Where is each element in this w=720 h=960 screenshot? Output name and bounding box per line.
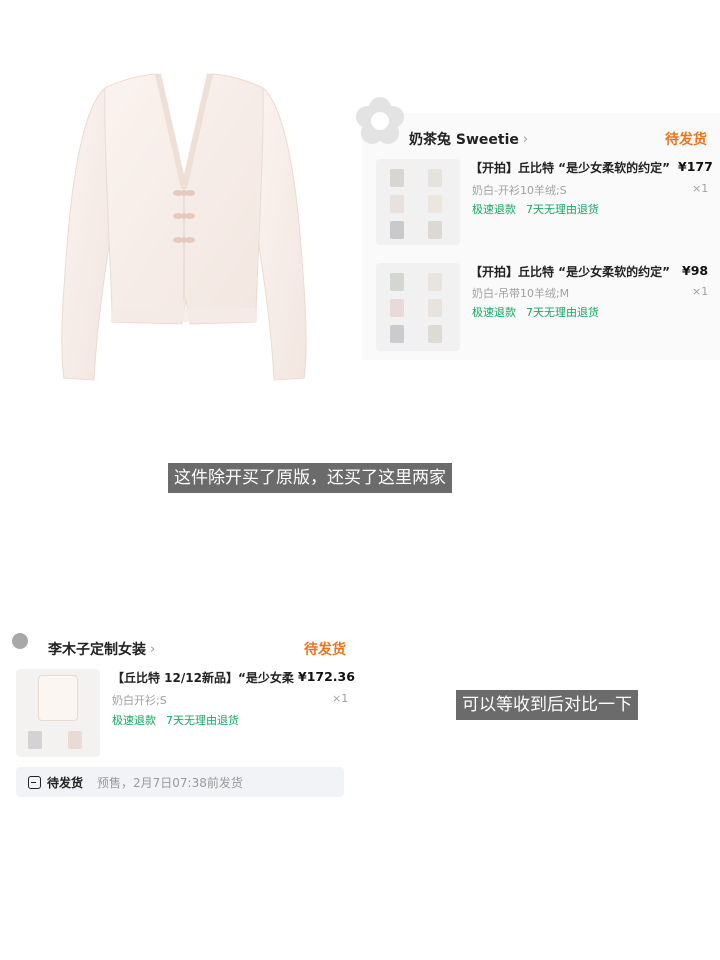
caption-text: 这件除开买了原版，还买了这里两家 <box>168 463 452 493</box>
item-price: ¥172.36 <box>298 669 355 684</box>
item-spec: 奶白-吊带10羊绒;M <box>472 287 570 300</box>
chevron-right-icon: › <box>522 131 529 147</box>
caption-text: 可以等收到后对比一下 <box>456 690 638 720</box>
fast-refund-tag: 极速退款 <box>472 306 516 319</box>
item-quantity: ×1 <box>692 182 709 195</box>
item-spec: 奶白开衫;S <box>112 694 167 707</box>
shop-name-link[interactable]: 奶茶兔 Sweetie › <box>409 129 528 149</box>
seven-day-return-tag: 7天无理由退货 <box>526 203 599 216</box>
order-status: 待发货 <box>304 642 346 658</box>
item-price: ¥177 <box>678 159 713 174</box>
package-icon <box>28 775 41 789</box>
flower-sticker-icon <box>356 97 404 145</box>
shipping-status-label: 待发货 <box>47 775 84 790</box>
shop-name: 奶茶兔 Sweetie <box>409 132 519 148</box>
item-title[interactable]: 【开拍】丘比特 “是少女柔软的约定” <box>470 263 670 280</box>
item-title[interactable]: 【丘比特 12/12新品】“是少女柔 <box>112 669 294 686</box>
order-card-limuzi[interactable]: 李木子定制女装 › 待发货 【丘比特 12/12新品】“是少女柔 ¥172.36… <box>0 617 356 810</box>
item-title[interactable]: 【开拍】丘比特 “是少女柔软的约定” <box>470 159 670 176</box>
item-price: ¥98 <box>682 263 709 278</box>
flower-sticker-icon <box>4 627 28 651</box>
order-status: 待发货 <box>665 132 707 148</box>
cardigan-product-photo <box>61 73 307 381</box>
product-thumbnail[interactable] <box>376 159 460 245</box>
service-tags: 极速退款 7天无理由退货 <box>112 712 249 728</box>
chevron-right-icon: › <box>150 641 156 657</box>
shipping-status-bar[interactable]: 待发货 预售，2月7日07:38前发货 <box>16 767 344 797</box>
seven-day-return-tag: 7天无理由退货 <box>166 714 239 727</box>
item-quantity: ×1 <box>332 692 349 705</box>
fast-refund-tag: 极速退款 <box>472 203 516 216</box>
presale-note: 预售，2月7日07:38前发货 <box>97 775 243 790</box>
fast-refund-tag: 极速退款 <box>112 714 156 727</box>
service-tags: 极速退款 7天无理由退货 <box>472 304 609 320</box>
item-quantity: ×1 <box>692 285 709 298</box>
shop-name: 李木子定制女装 <box>48 642 146 658</box>
seven-day-return-tag: 7天无理由退货 <box>526 306 599 319</box>
product-thumbnail[interactable] <box>376 263 460 351</box>
item-spec: 奶白-开衫10羊绒;S <box>472 184 567 197</box>
shop-name-link[interactable]: 李木子定制女装 › <box>48 639 155 659</box>
service-tags: 极速退款 7天无理由退货 <box>472 201 609 217</box>
product-thumbnail[interactable] <box>16 669 100 757</box>
order-card-sweetie[interactable]: 奶茶兔 Sweetie › 待发货 【开拍】丘比特 “是少女柔软的约定” ¥17… <box>356 97 720 360</box>
